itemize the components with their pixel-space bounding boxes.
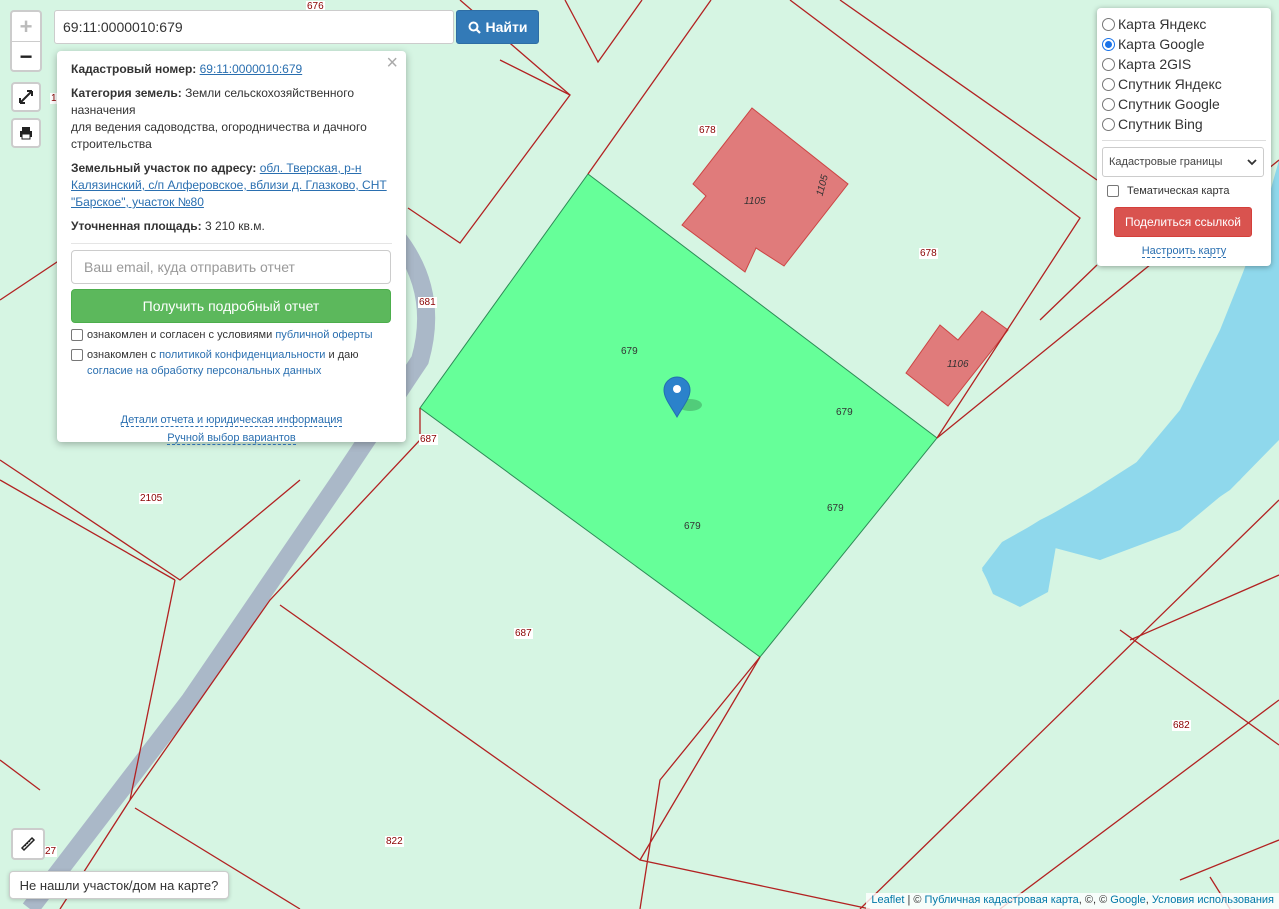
attribution-sep: , ©, © xyxy=(1078,894,1111,906)
privacy-text: ознакомлен с xyxy=(87,349,157,361)
email-field[interactable]: Ваш email, куда отправить отчет xyxy=(71,250,391,284)
fullscreen-button[interactable] xyxy=(11,82,41,112)
expand-icon xyxy=(19,90,33,104)
parcel-label: 687 xyxy=(419,434,438,445)
layer-option-label: Карта Яндекс xyxy=(1118,16,1207,32)
parcel-label: 679 xyxy=(621,346,638,357)
building-label: 1105 xyxy=(744,196,766,207)
setup-map-link[interactable]: Настроить карту xyxy=(1141,245,1227,258)
attribution-sep: | © xyxy=(904,894,925,906)
layer-option-yandex-satellite[interactable]: Спутник Яндекс xyxy=(1102,74,1266,94)
zoom-control: + − xyxy=(10,10,42,72)
layer-option-yandex-map[interactable]: Карта Яндекс xyxy=(1102,14,1266,34)
get-report-button[interactable]: Получить подробный отчет xyxy=(71,289,391,323)
parcel-label: 681 xyxy=(418,297,437,308)
parcel-label: 679 xyxy=(827,503,844,514)
attribution: Leaflet | © Публичная кадастровая карта,… xyxy=(866,893,1279,909)
layer-option-label: Карта Google xyxy=(1118,36,1205,52)
address-label: Земельный участок по адресу: xyxy=(71,161,257,175)
layer-option-label: Спутник Google xyxy=(1118,96,1220,112)
search-input[interactable]: 69:11:0000010:679 xyxy=(54,10,454,44)
radio-button[interactable] xyxy=(1102,117,1115,131)
consent-link[interactable]: согласие на обработку персональных данны… xyxy=(87,365,321,377)
address-row: Земельный участок по адресу: обл. Тверск… xyxy=(71,160,392,211)
category-label: Категория земель: xyxy=(71,86,182,100)
details-link[interactable]: Детали отчета и юридическая информация xyxy=(120,414,343,427)
manual-select-link[interactable]: Ручной выбор вариантов xyxy=(167,432,296,445)
layer-option-label: Спутник Bing xyxy=(1118,116,1203,132)
divider xyxy=(1102,140,1266,141)
offer-checkbox[interactable] xyxy=(71,329,83,341)
popup-footer-links: Детали отчета и юридическая информация Р… xyxy=(71,411,392,447)
offer-agreement: ознакомлен и согласен с условиями публич… xyxy=(71,327,392,343)
parcel-info-popup: × Кадастровый номер: 69:11:0000010:679 К… xyxy=(57,51,406,445)
thematic-label: Тематическая карта xyxy=(1127,185,1230,197)
privacy-checkbox[interactable] xyxy=(71,349,83,361)
google-link[interactable]: Google xyxy=(1110,894,1145,906)
parcel-label: 678 xyxy=(919,248,938,259)
terms-link[interactable]: Условия использования xyxy=(1152,894,1274,906)
parcel-label: 822 xyxy=(385,836,404,847)
area-value: 3 210 кв.м. xyxy=(204,219,265,233)
radio-button[interactable] xyxy=(1102,37,1115,51)
divider xyxy=(71,243,392,244)
layer-option-label: Спутник Яндекс xyxy=(1118,76,1222,92)
share-link-button[interactable]: Поделиться ссылкой xyxy=(1114,207,1252,237)
layer-option-google-satellite[interactable]: Спутник Google xyxy=(1102,94,1266,114)
overlay-select[interactable]: Кадастровые границы xyxy=(1102,147,1264,177)
privacy-agreement: ознакомлен с политикой конфиденциальност… xyxy=(71,347,392,379)
layers-panel: Карта Яндекс Карта Google Карта 2GIS Спу… xyxy=(1097,8,1271,266)
thematic-checkbox[interactable] xyxy=(1107,185,1119,197)
search-input-value: 69:11:0000010:679 xyxy=(63,19,183,35)
search-button-label: Найти xyxy=(485,19,528,35)
parcel-label: 678 xyxy=(698,125,717,136)
offer-link[interactable]: публичной оферты xyxy=(275,329,372,341)
layer-option-google-map[interactable]: Карта Google xyxy=(1102,34,1266,54)
ruler-button[interactable] xyxy=(11,828,45,860)
radio-button[interactable] xyxy=(1102,97,1115,111)
area-label: Уточненная площадь: xyxy=(71,219,202,233)
cadastral-row: Кадастровый номер: 69:11:0000010:679 xyxy=(71,61,392,78)
overlay-select-value: Кадастровые границы xyxy=(1109,156,1223,168)
close-icon[interactable]: × xyxy=(386,53,398,73)
search-icon xyxy=(468,21,481,34)
zoom-out-button[interactable]: − xyxy=(12,42,40,71)
parcel-label: 679 xyxy=(684,521,701,532)
zoom-in-button[interactable]: + xyxy=(12,12,40,41)
radio-button[interactable] xyxy=(1102,17,1115,31)
layer-option-label: Карта 2GIS xyxy=(1118,56,1192,72)
parcel-label: 682 xyxy=(1172,720,1191,731)
search-button[interactable]: Найти xyxy=(456,10,539,44)
parcel-label: 2105 xyxy=(139,493,164,504)
cadastral-number-link[interactable]: 69:11:0000010:679 xyxy=(200,62,303,76)
leaflet-link[interactable]: Leaflet xyxy=(871,894,904,906)
layer-option-bing-satellite[interactable]: Спутник Bing xyxy=(1102,114,1266,134)
privacy-tail: и даю xyxy=(328,349,359,361)
purpose-value: для ведения садоводства, огородничества … xyxy=(71,120,367,151)
print-button[interactable] xyxy=(11,118,41,148)
area-row: Уточненная площадь: 3 210 кв.м. xyxy=(71,218,392,235)
pkk-link[interactable]: Публичная кадастровая карта xyxy=(925,894,1079,906)
radio-button[interactable] xyxy=(1102,57,1115,71)
chevron-down-icon xyxy=(1247,159,1257,166)
parcel-label: 27 xyxy=(44,846,58,857)
thematic-map-toggle[interactable]: Тематическая карта xyxy=(1107,185,1266,197)
parcel-label: 679 xyxy=(836,407,853,418)
parcel-label: 687 xyxy=(514,628,533,639)
building-label: 1106 xyxy=(947,359,969,370)
layer-option-2gis-map[interactable]: Карта 2GIS xyxy=(1102,54,1266,74)
cadastral-label: Кадастровый номер: xyxy=(71,62,197,76)
category-row: Категория земель: Земли сельскохозяйстве… xyxy=(71,85,392,153)
printer-icon xyxy=(20,127,32,140)
privacy-link[interactable]: политикой конфиденциальности xyxy=(159,349,325,361)
ruler-icon xyxy=(20,836,36,852)
not-found-button[interactable]: Не нашли участок/дом на карте? xyxy=(9,871,229,899)
radio-button[interactable] xyxy=(1102,77,1115,91)
offer-text: ознакомлен и согласен с условиями xyxy=(87,329,273,341)
selected-parcel xyxy=(419,173,938,658)
